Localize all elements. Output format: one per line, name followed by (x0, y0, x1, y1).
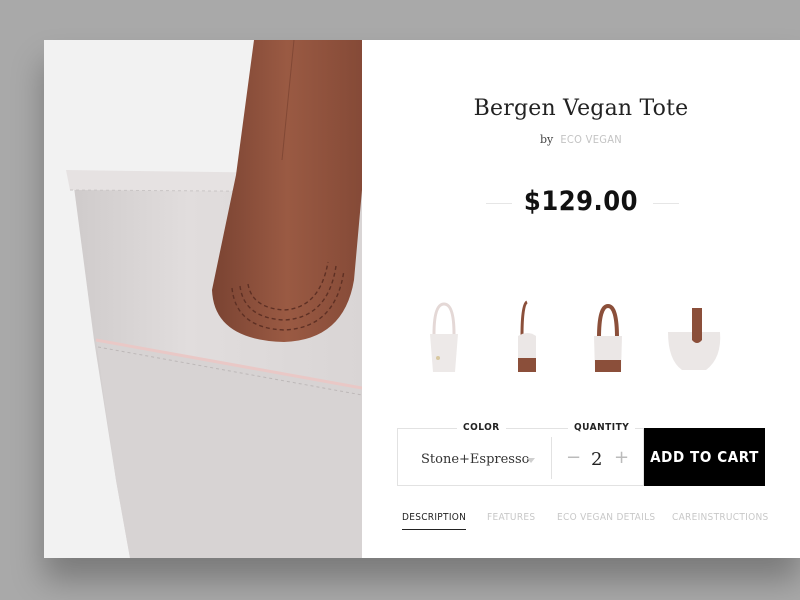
chevron-down-icon (527, 458, 535, 463)
thumbnail-front[interactable] (418, 294, 470, 374)
add-to-cart-button[interactable]: ADD TO CART (644, 428, 765, 486)
product-price: $129.00 (523, 186, 639, 217)
brand-link[interactable]: ECO VEGAN (560, 133, 622, 146)
thumbnail-side[interactable] (500, 294, 552, 374)
tab-care-instructions[interactable]: CAREINSTRUCTIONS (672, 512, 769, 523)
product-title: Bergen Vegan Tote (473, 96, 689, 121)
quantity-decrease-button[interactable]: − (566, 447, 581, 468)
quantity-increase-button[interactable]: + (614, 447, 629, 468)
tab-features[interactable]: FEATURES (487, 512, 535, 523)
by-label: by (540, 133, 554, 146)
product-card: Bergen Vegan Tote by ECO VEGAN $129.00 C… (44, 40, 800, 558)
thumbnail-brown-base[interactable] (582, 294, 634, 374)
price-row: $129.00 (362, 186, 800, 222)
tab-eco-vegan-details[interactable]: ECO VEGAN DETAILS (557, 512, 655, 523)
options-divider (551, 437, 552, 479)
thumbnail-top-detail[interactable] (662, 294, 728, 374)
color-value: Stone+Espresso (421, 452, 530, 467)
price-rule-right (653, 203, 679, 204)
product-info-panel: Bergen Vegan Tote by ECO VEGAN $129.00 C… (362, 40, 800, 558)
quantity-value[interactable]: 2 (591, 449, 602, 470)
color-select[interactable]: Stone+Espresso (398, 429, 551, 485)
product-byline: by ECO VEGAN (362, 133, 800, 146)
options-box: COLOR Stone+Espresso QUANTITY − 2 + (397, 422, 644, 486)
purchase-controls: COLOR Stone+Espresso QUANTITY − 2 + ADD … (397, 422, 800, 486)
quantity-label: QUANTITY (568, 422, 636, 433)
tab-description[interactable]: DESCRIPTION (402, 512, 467, 530)
product-hero-image (44, 40, 362, 558)
